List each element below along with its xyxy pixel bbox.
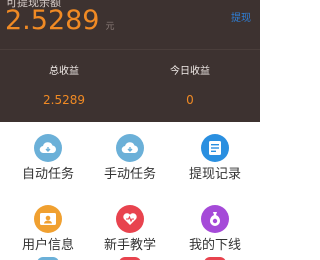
cloud-icon bbox=[116, 134, 144, 162]
today-earnings-label: 今日收益 bbox=[170, 66, 210, 77]
today-earnings-value: 0 bbox=[186, 93, 194, 107]
total-earnings-label: 总收益 bbox=[49, 66, 79, 77]
menu-item-label: 手动任务 bbox=[103, 167, 156, 182]
menu-item-manual-task[interactable]: 手动任务 bbox=[87, 122, 173, 182]
header-divider bbox=[0, 49, 260, 50]
menu-item-tutorial[interactable]: 新手教学 bbox=[87, 193, 173, 253]
menu-item-label: 我的下线 bbox=[188, 238, 241, 253]
balance-unit: 元 bbox=[105, 22, 115, 32]
menu-item-downline[interactable]: 我的下线 bbox=[172, 193, 258, 253]
menu-item-label: 用户信息 bbox=[21, 238, 74, 253]
balance-header: 可提现余额 2.5289 元 提现 总收益 今日收益 2.5289 0 bbox=[0, 0, 260, 122]
menu-grid: 自动任务 手动任务 提现记录 用户信息 新手教学 我的下线 bbox=[0, 122, 260, 260]
cloud-icon bbox=[34, 134, 62, 162]
balance-row: 2.5289 元 bbox=[5, 6, 115, 36]
list-icon bbox=[201, 134, 229, 162]
menu-item-label: 提现记录 bbox=[188, 167, 241, 182]
menu-item-label: 新手教学 bbox=[103, 238, 156, 253]
money-bag-icon bbox=[201, 205, 229, 233]
withdraw-link[interactable]: 提现 bbox=[231, 9, 251, 24]
total-earnings-value: 2.5289 bbox=[43, 93, 85, 107]
menu-item-withdraw-records[interactable]: 提现记录 bbox=[172, 122, 258, 182]
menu-item-user-info[interactable]: 用户信息 bbox=[5, 193, 91, 253]
heart-icon bbox=[116, 205, 144, 233]
balance-value: 2.5289 bbox=[5, 5, 100, 36]
menu-item-auto-task[interactable]: 自动任务 bbox=[5, 122, 91, 182]
id-card-icon bbox=[34, 205, 62, 233]
menu-item-label: 自动任务 bbox=[21, 167, 74, 182]
